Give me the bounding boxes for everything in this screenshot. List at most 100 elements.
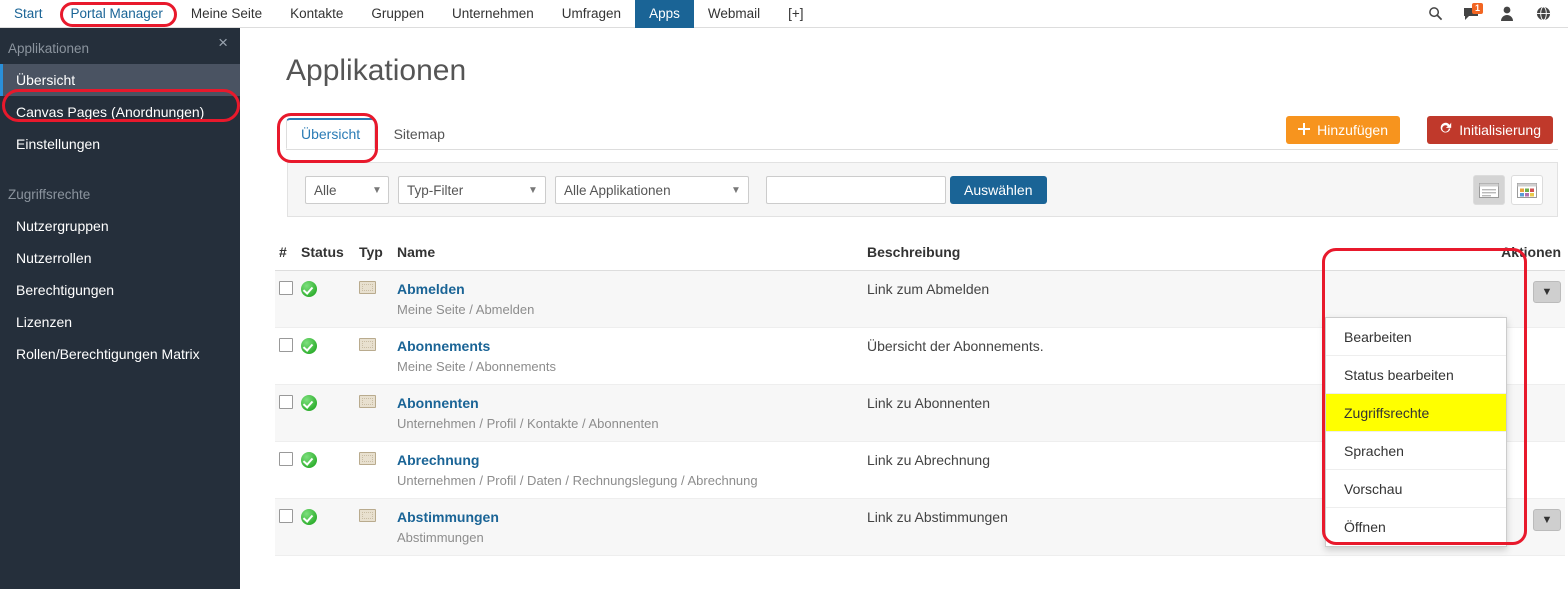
row-description-cell: Link zu Abrechnung bbox=[863, 441, 1243, 499]
window-icon bbox=[359, 338, 376, 351]
application-description: Übersicht der Abonnements. bbox=[867, 338, 1044, 354]
nav-item-add-more[interactable]: [+] bbox=[774, 0, 817, 28]
nav-item-meine-seite[interactable]: Meine Seite bbox=[177, 0, 276, 28]
sidebar-group-title-applikationen: Applikationen bbox=[8, 41, 90, 56]
add-button-label: Hinzufügen bbox=[1317, 122, 1388, 138]
scope-select[interactable]: Alle bbox=[305, 176, 389, 204]
application-name-link[interactable]: Abonnements bbox=[397, 338, 859, 354]
window-icon bbox=[359, 395, 376, 408]
plus-icon bbox=[1298, 122, 1311, 138]
sidebar-item-rollen-berechtigungen-matrix[interactable]: Rollen/Berechtigungen Matrix bbox=[0, 338, 240, 370]
window-icon bbox=[359, 509, 376, 522]
window-icon bbox=[359, 281, 376, 294]
menu-item-oeffnen[interactable]: Öffnen bbox=[1326, 508, 1506, 546]
row-status-cell bbox=[297, 498, 355, 556]
row-name-cell: Abonnements Meine Seite / Abonnements bbox=[393, 327, 863, 385]
grid-view-icon[interactable] bbox=[1511, 175, 1543, 205]
chat-icon[interactable]: 1 bbox=[1462, 2, 1484, 23]
sidebar-item-einstellungen[interactable]: Einstellungen bbox=[0, 128, 240, 160]
row-type-cell bbox=[355, 498, 393, 556]
chevron-down-icon[interactable]: ▼ bbox=[1533, 509, 1561, 531]
page-title: Applikationen bbox=[286, 54, 467, 87]
row-checkbox-cell bbox=[275, 270, 297, 328]
search-icon[interactable] bbox=[1426, 5, 1444, 23]
list-view-icon[interactable] bbox=[1473, 175, 1505, 205]
row-checkbox-cell bbox=[275, 384, 297, 442]
row-checkbox[interactable] bbox=[279, 338, 293, 352]
application-description: Link zum Abmelden bbox=[867, 281, 990, 297]
application-select[interactable]: Alle Applikationen bbox=[555, 176, 749, 204]
nav-item-umfragen[interactable]: Umfragen bbox=[548, 0, 635, 28]
row-checkbox[interactable] bbox=[279, 452, 293, 466]
sidebar-group-title-zugriffsrechte: Zugriffsrechte bbox=[8, 187, 91, 202]
filter-panel: Alle ▼ Typ-Filter ▼ Alle Applikationen ▼… bbox=[287, 162, 1558, 217]
row-status-cell bbox=[297, 441, 355, 499]
application-path: Meine Seite / Abmelden bbox=[397, 302, 535, 317]
row-checkbox[interactable] bbox=[279, 509, 293, 523]
initialize-button-label: Initialisierung bbox=[1459, 122, 1541, 138]
nav-item-kontakte[interactable]: Kontakte bbox=[276, 0, 357, 28]
type-filter-select[interactable]: Typ-Filter bbox=[398, 176, 546, 204]
menu-item-bearbeiten[interactable]: Bearbeiten bbox=[1326, 318, 1506, 356]
row-type-cell bbox=[355, 270, 393, 328]
row-checkbox-cell bbox=[275, 327, 297, 385]
nav-item-gruppen[interactable]: Gruppen bbox=[357, 0, 438, 28]
menu-item-sprachen[interactable]: Sprachen bbox=[1326, 432, 1506, 470]
select-button[interactable]: Auswählen bbox=[950, 176, 1047, 204]
application-description: Link zu Abstimmungen bbox=[867, 509, 1008, 525]
column-header-typ[interactable]: Typ bbox=[355, 238, 393, 271]
application-name-link[interactable]: Abonnenten bbox=[397, 395, 859, 411]
application-description: Link zu Abrechnung bbox=[867, 452, 990, 468]
user-icon[interactable] bbox=[1498, 5, 1516, 23]
application-name-link[interactable]: Abstimmungen bbox=[397, 509, 859, 525]
row-name-cell: Abstimmungen Abstimmungen bbox=[393, 498, 863, 556]
nav-item-webmail[interactable]: Webmail bbox=[694, 0, 774, 28]
application-path: Unternehmen / Profil / Kontakte / Abonne… bbox=[397, 416, 659, 431]
nav-item-portal-manager[interactable]: Portal Manager bbox=[57, 0, 177, 28]
chevron-down-icon[interactable]: ▼ bbox=[1533, 281, 1561, 303]
column-header-beschreibung[interactable]: Beschreibung bbox=[863, 238, 1243, 271]
application-path: Meine Seite / Abonnements bbox=[397, 359, 556, 374]
sidebar-item-uebersicht[interactable]: Übersicht bbox=[0, 64, 240, 96]
globe-icon[interactable] bbox=[1534, 5, 1552, 23]
left-sidebar: × Applikationen Übersicht Canvas Pages (… bbox=[0, 28, 240, 589]
row-checkbox-cell bbox=[275, 441, 297, 499]
application-name-link[interactable]: Abmelden bbox=[397, 281, 859, 297]
tab-uebersicht[interactable]: Übersicht bbox=[286, 118, 376, 149]
column-header-number[interactable]: # bbox=[275, 238, 297, 271]
sidebar-item-lizenzen[interactable]: Lizenzen bbox=[0, 306, 240, 338]
column-header-name[interactable]: Name bbox=[393, 238, 863, 271]
nav-item-unternehmen[interactable]: Unternehmen bbox=[438, 0, 548, 28]
sidebar-item-canvas-pages[interactable]: Canvas Pages (Anordnungen) bbox=[0, 96, 240, 128]
row-description-cell: Übersicht der Abonnements. bbox=[863, 327, 1243, 385]
row-checkbox-cell bbox=[275, 498, 297, 556]
row-type-cell bbox=[355, 327, 393, 385]
menu-item-status-bearbeiten[interactable]: Status bearbeiten bbox=[1326, 356, 1506, 394]
nav-item-start[interactable]: Start bbox=[0, 0, 57, 28]
row-description-cell: Link zum Abmelden bbox=[863, 270, 1243, 328]
row-status-cell bbox=[297, 327, 355, 385]
status-active-icon bbox=[301, 395, 317, 411]
close-icon[interactable]: × bbox=[218, 34, 228, 51]
row-checkbox[interactable] bbox=[279, 281, 293, 295]
add-button[interactable]: Hinzufügen bbox=[1286, 116, 1400, 144]
column-header-status[interactable]: Status bbox=[297, 238, 355, 271]
row-checkbox[interactable] bbox=[279, 395, 293, 409]
sidebar-item-nutzerrollen[interactable]: Nutzerrollen bbox=[0, 242, 240, 274]
tab-sitemap[interactable]: Sitemap bbox=[380, 120, 459, 148]
refresh-icon bbox=[1439, 122, 1452, 138]
search-input[interactable] bbox=[766, 176, 946, 204]
table-header-row: # Status Typ Name Beschreibung Aktionen bbox=[275, 238, 1565, 271]
initialize-button[interactable]: Initialisierung bbox=[1427, 116, 1553, 144]
menu-item-vorschau[interactable]: Vorschau bbox=[1326, 470, 1506, 508]
row-status-cell bbox=[297, 384, 355, 442]
nav-item-apps[interactable]: Apps bbox=[635, 0, 694, 28]
sidebar-item-nutzergruppen[interactable]: Nutzergruppen bbox=[0, 210, 240, 242]
row-type-cell bbox=[355, 441, 393, 499]
top-navigation-bar: Start Portal Manager Meine Seite Kontakt… bbox=[0, 0, 1568, 28]
row-status-cell bbox=[297, 270, 355, 328]
menu-item-zugriffsrechte[interactable]: Zugriffsrechte bbox=[1326, 394, 1506, 432]
application-name-link[interactable]: Abrechnung bbox=[397, 452, 859, 468]
sidebar-item-berechtigungen[interactable]: Berechtigungen bbox=[0, 274, 240, 306]
window-icon bbox=[359, 452, 376, 465]
